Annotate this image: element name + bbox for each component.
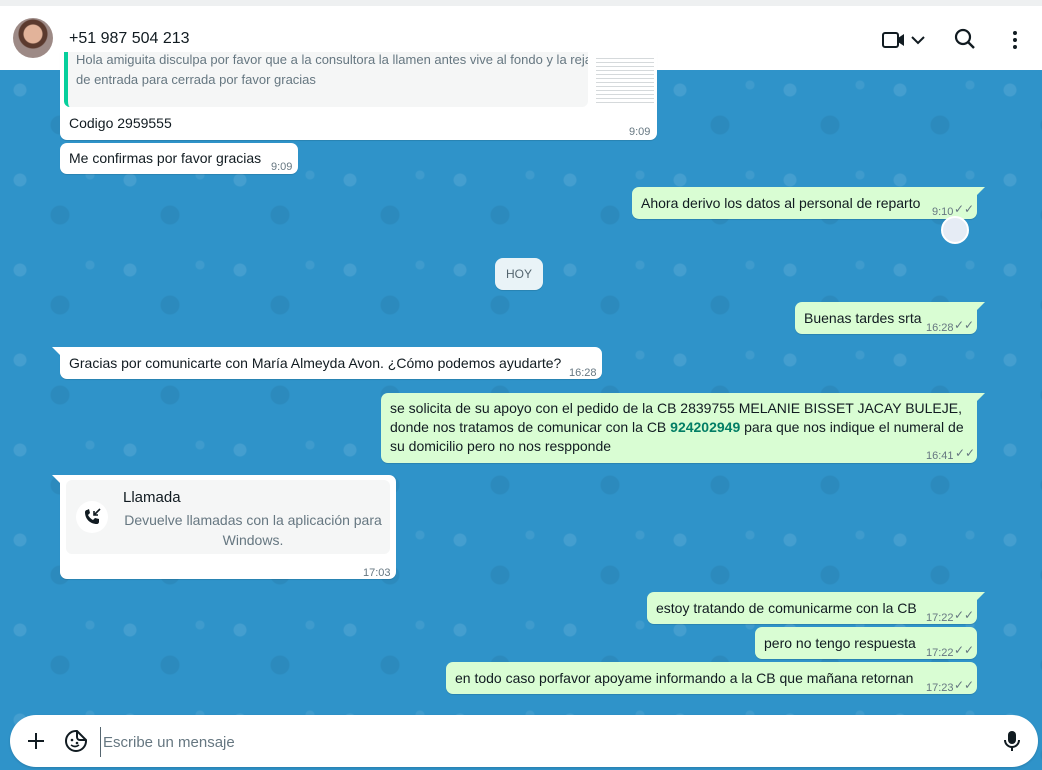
message-text: Gracias por comunicarte con María Almeyd… bbox=[69, 355, 562, 371]
message-text: Ahora derivo los datos al personal de re… bbox=[641, 195, 921, 211]
chevron-down-icon[interactable] bbox=[907, 26, 929, 54]
message-time: 16:28 bbox=[569, 367, 597, 379]
double-check-icon: ✓✓ bbox=[954, 678, 975, 692]
message-text: pero no tengo respuesta bbox=[764, 635, 916, 651]
message-input[interactable] bbox=[100, 727, 955, 757]
phone-number-link[interactable]: 924202949 bbox=[670, 419, 740, 435]
message-incoming[interactable]: Me confirmas por favor gracias 9:09 bbox=[60, 143, 298, 174]
microphone-icon[interactable] bbox=[1000, 728, 1024, 754]
message-outgoing[interactable]: pero no tengo respuesta 17:22 ✓✓ bbox=[755, 627, 977, 659]
double-check-icon: ✓✓ bbox=[954, 643, 975, 657]
message-time: 17:22 bbox=[926, 612, 954, 624]
message-time: 17:03 bbox=[363, 567, 391, 579]
day-separator: HOY bbox=[495, 258, 543, 290]
message-time: 9:09 bbox=[271, 161, 293, 173]
message-time: 17:23 bbox=[926, 682, 954, 694]
message-text: Codigo 2959555 bbox=[69, 115, 172, 131]
double-check-icon: ✓✓ bbox=[954, 318, 975, 332]
message-incoming[interactable]: Hola amiguita disculpa por favor que a l… bbox=[60, 52, 657, 140]
message-composer bbox=[10, 715, 1038, 767]
call-title: Llamada bbox=[123, 489, 181, 506]
call-card[interactable]: Llamada Devuelve llamadas con la aplicac… bbox=[66, 480, 390, 554]
message-time: 17:22 bbox=[926, 647, 954, 659]
incoming-call-icon bbox=[76, 501, 108, 533]
message-text: Buenas tardes srta bbox=[804, 310, 922, 326]
message-incoming[interactable]: Gracias por comunicarte con María Almeyd… bbox=[60, 347, 602, 379]
message-time: 9:09 bbox=[629, 126, 651, 138]
video-call-icon[interactable] bbox=[880, 26, 908, 54]
message-text: estoy tratando de comunicarme con la CB bbox=[656, 600, 917, 616]
contact-name[interactable]: +51 987 504 213 bbox=[69, 30, 190, 48]
call-subtitle: Devuelve llamadas con la aplicación para… bbox=[124, 512, 382, 548]
search-icon[interactable] bbox=[952, 26, 980, 54]
sticker-icon[interactable] bbox=[63, 728, 89, 754]
bubble-tail bbox=[52, 475, 60, 483]
bubble-tail bbox=[977, 592, 985, 600]
message-outgoing[interactable]: estoy tratando de comunicarme con la CB … bbox=[647, 592, 977, 624]
message-outgoing[interactable]: se solicita de su apoyo con el pedido de… bbox=[381, 393, 977, 463]
double-check-icon: ✓✓ bbox=[955, 446, 976, 460]
attach-plus-icon[interactable] bbox=[24, 729, 48, 753]
message-time: 16:41 bbox=[926, 450, 954, 462]
avatar[interactable] bbox=[13, 18, 53, 58]
message-outgoing[interactable]: en todo caso porfavor apoyame informando… bbox=[446, 662, 977, 694]
message-text: Me confirmas por favor gracias bbox=[69, 150, 262, 166]
message-text: en todo caso porfavor apoyame informando… bbox=[455, 670, 914, 686]
bubble-tail bbox=[52, 347, 60, 355]
message-outgoing[interactable]: Buenas tardes srta 16:28 ✓✓ bbox=[795, 302, 977, 334]
missed-call-message[interactable]: Llamada Devuelve llamadas con la aplicac… bbox=[60, 475, 396, 579]
menu-icon[interactable] bbox=[1001, 26, 1029, 54]
reaction-sticker-icon[interactable] bbox=[941, 216, 969, 244]
quoted-image-thumbnail bbox=[596, 56, 654, 106]
bubble-tail bbox=[977, 302, 985, 310]
message-text: se solicita de su apoyo con el pedido de… bbox=[390, 400, 964, 454]
quoted-message-text: Hola amiguita disculpa por favor que a l… bbox=[76, 52, 588, 87]
bubble-tail bbox=[977, 187, 985, 195]
double-check-icon: ✓✓ bbox=[954, 608, 975, 622]
message-outgoing[interactable]: Ahora derivo los datos al personal de re… bbox=[632, 187, 977, 219]
quoted-message[interactable]: Hola amiguita disculpa por favor que a l… bbox=[64, 52, 588, 107]
message-time: 16:28 bbox=[926, 322, 954, 334]
bubble-tail bbox=[977, 393, 985, 401]
